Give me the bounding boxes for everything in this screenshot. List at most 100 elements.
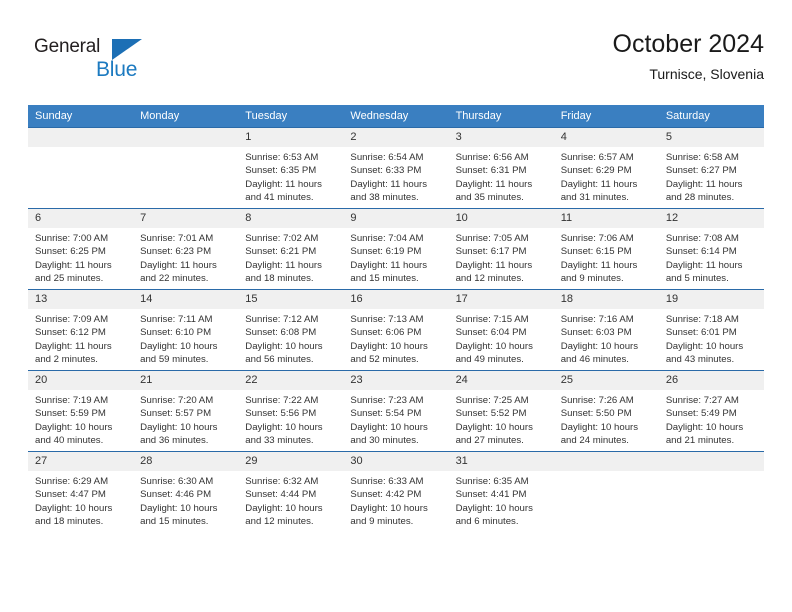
sunrise-text: Sunrise: 6:33 AM: [350, 476, 424, 487]
sunrise-text: Sunrise: 7:15 AM: [455, 314, 529, 325]
calendar-day-cell[interactable]: 4 Sunrise: 6:57 AM Sunset: 6:29 PM Daylight…: [553, 127, 659, 209]
sunrise-text: Sunrise: 7:12 AM: [245, 314, 319, 325]
sunset-text: Sunset: 5:52 PM: [455, 408, 527, 420]
calendar-day-cell[interactable]: 22 Sunrise: 7:22 AM Sunset: 5:56 PM Dayligh…: [238, 370, 344, 452]
calendar-day-number: 14: [133, 290, 239, 309]
calendar-day-details: Sunrise: 6:58 AM Sunset: 6:27 PM Daylight:…: [659, 147, 764, 205]
daylight-text-line2: and 12 minutes.: [245, 516, 314, 528]
calendar-week-row: 6 Sunrise: 7:00 AM Sunset: 6:25 PM Daylight…: [28, 208, 764, 290]
daylight-text-line1: Daylight: 10 hours: [245, 340, 323, 352]
sunrise-text: Sunrise: 7:11 AM: [140, 314, 213, 325]
calendar-day-cell[interactable]: 19 Sunrise: 7:18 AM Sunset: 6:01 PM Dayligh…: [658, 289, 764, 371]
sunset-text: Sunset: 6:14 PM: [665, 246, 737, 258]
sunset-text: Sunset: 6:19 PM: [350, 246, 422, 258]
title-block: October 2024 Turnisce, Slovenia: [613, 28, 765, 85]
calendar-day-number: 8: [238, 209, 344, 228]
daylight-text-line2: and 43 minutes.: [665, 354, 735, 366]
calendar-day-details: Sunrise: 6:54 AM Sunset: 6:33 PM Daylight:…: [343, 147, 448, 205]
daylight-text-line2: and 25 minutes.: [35, 273, 104, 285]
daylight-text-line1: Daylight: 11 hours: [455, 259, 533, 271]
calendar-day-cell[interactable]: 17 Sunrise: 7:15 AM Sunset: 6:04 PM Dayligh…: [448, 289, 554, 371]
calendar-day-number: 18: [553, 290, 659, 309]
calendar-day-cell[interactable]: 26 Sunrise: 7:27 AM Sunset: 5:49 PM Dayligh…: [658, 370, 764, 452]
calendar-day-cell[interactable]: 31 Sunrise: 6:35 AM Sunset: 4:41 PM Dayligh…: [448, 451, 554, 532]
calendar-day-cell[interactable]: 7 Sunrise: 7:01 AM Sunset: 6:23 PM Daylight…: [133, 208, 239, 290]
sunset-text: Sunset: 6:21 PM: [245, 246, 317, 258]
page-header: General Blue October 2024 Turnisce, Slov…: [28, 28, 764, 96]
calendar-day-cell[interactable]: 23 Sunrise: 7:23 AM Sunset: 5:54 PM Dayligh…: [343, 370, 449, 452]
calendar-day-cell[interactable]: 8 Sunrise: 7:02 AM Sunset: 6:21 PM Daylight…: [238, 208, 344, 290]
calendar-day-cell[interactable]: 13 Sunrise: 7:09 AM Sunset: 6:12 PM Dayligh…: [28, 289, 134, 371]
calendar-day-cell[interactable]: 30 Sunrise: 6:33 AM Sunset: 4:42 PM Dayligh…: [343, 451, 449, 532]
sunrise-text: Sunrise: 6:58 AM: [665, 152, 739, 163]
calendar-page: General Blue October 2024 Turnisce, Slov…: [0, 0, 792, 612]
calendar-week-row: 13 Sunrise: 7:09 AM Sunset: 6:12 PM Dayligh…: [28, 289, 764, 371]
daylight-text-line2: and 15 minutes.: [140, 516, 209, 528]
sunset-text: Sunset: 6:27 PM: [665, 165, 737, 177]
logo-text-blue: Blue: [96, 58, 138, 81]
calendar-day-number: 27: [28, 452, 134, 471]
calendar-day-cell[interactable]: 24 Sunrise: 7:25 AM Sunset: 5:52 PM Dayligh…: [448, 370, 554, 452]
daylight-text-line1: Daylight: 11 hours: [560, 178, 638, 190]
calendar-day-details: Sunrise: 7:18 AM Sunset: 6:01 PM Daylight:…: [659, 309, 764, 367]
daylight-text-line1: Daylight: 11 hours: [455, 178, 533, 190]
calendar-day-number: 17: [448, 290, 554, 309]
calendar-day-cell[interactable]: 16 Sunrise: 7:13 AM Sunset: 6:06 PM Dayligh…: [343, 289, 449, 371]
weekday-header-thursday: Thursday: [448, 105, 554, 128]
calendar-day-cell-empty: [28, 127, 134, 209]
calendar-day-cell[interactable]: 11 Sunrise: 7:06 AM Sunset: 6:15 PM Dayligh…: [553, 208, 659, 290]
calendar-day-cell[interactable]: 2 Sunrise: 6:54 AM Sunset: 6:33 PM Daylight…: [343, 127, 449, 209]
calendar-day-cell[interactable]: 20 Sunrise: 7:19 AM Sunset: 5:59 PM Dayligh…: [28, 370, 134, 452]
calendar-day-number: 31: [448, 452, 554, 471]
calendar-day-cell[interactable]: 9 Sunrise: 7:04 AM Sunset: 6:19 PM Daylight…: [343, 208, 449, 290]
daylight-text-line1: Daylight: 10 hours: [35, 421, 113, 433]
daylight-text-line1: Daylight: 11 hours: [140, 259, 217, 271]
daylight-text-line2: and 28 minutes.: [665, 192, 735, 204]
calendar-day-details: Sunrise: 7:26 AM Sunset: 5:50 PM Daylight:…: [554, 390, 659, 448]
calendar-day-cell[interactable]: 29 Sunrise: 6:32 AM Sunset: 4:44 PM Dayligh…: [238, 451, 344, 532]
daylight-text-line2: and 21 minutes.: [665, 435, 735, 447]
daylight-text-line1: Daylight: 11 hours: [35, 340, 112, 352]
sunset-text: Sunset: 6:29 PM: [560, 165, 632, 177]
calendar-day-details: Sunrise: 7:01 AM Sunset: 6:23 PM Daylight:…: [133, 228, 238, 286]
calendar-day-number: 29: [238, 452, 344, 471]
sunrise-text: Sunrise: 6:57 AM: [560, 152, 634, 163]
calendar-day-cell[interactable]: 6 Sunrise: 7:00 AM Sunset: 6:25 PM Daylight…: [28, 208, 134, 290]
daylight-text-line2: and 49 minutes.: [455, 354, 524, 366]
sunset-text: Sunset: 5:56 PM: [245, 408, 317, 420]
calendar-day-cell[interactable]: 28 Sunrise: 6:30 AM Sunset: 4:46 PM Dayligh…: [133, 451, 239, 532]
calendar-day-details: Sunrise: 7:20 AM Sunset: 5:57 PM Daylight:…: [133, 390, 238, 448]
page-title: October 2024: [612, 30, 765, 58]
sunset-text: Sunset: 4:42 PM: [350, 489, 422, 501]
daylight-text-line1: Daylight: 10 hours: [455, 340, 533, 352]
daylight-text-line1: Daylight: 10 hours: [560, 340, 639, 352]
calendar-day-details: Sunrise: 6:35 AM Sunset: 4:41 PM Daylight:…: [449, 471, 554, 529]
daylight-text-line2: and 22 minutes.: [140, 273, 209, 285]
sunrise-text: Sunrise: 7:19 AM: [35, 395, 109, 406]
calendar-day-cell-empty: [658, 451, 764, 532]
calendar-day-cell[interactable]: 25 Sunrise: 7:26 AM Sunset: 5:50 PM Dayligh…: [553, 370, 659, 452]
calendar-day-cell[interactable]: 27 Sunrise: 6:29 AM Sunset: 4:47 PM Dayligh…: [28, 451, 134, 532]
calendar-day-cell[interactable]: 1 Sunrise: 6:53 AM Sunset: 6:35 PM Daylight…: [238, 127, 344, 209]
calendar-day-details: Sunrise: 7:12 AM Sunset: 6:08 PM Daylight:…: [238, 309, 343, 367]
sunset-text: Sunset: 6:04 PM: [455, 327, 527, 339]
calendar-day-details: Sunrise: 7:25 AM Sunset: 5:52 PM Daylight:…: [449, 390, 554, 448]
calendar-day-cell[interactable]: 10 Sunrise: 7:05 AM Sunset: 6:17 PM Dayligh…: [448, 208, 554, 290]
calendar-day-cell[interactable]: 3 Sunrise: 6:56 AM Sunset: 6:31 PM Daylight…: [448, 127, 554, 209]
calendar-day-cell[interactable]: 14 Sunrise: 7:11 AM Sunset: 6:10 PM Dayligh…: [133, 289, 239, 371]
daylight-text-line1: Daylight: 10 hours: [245, 421, 323, 433]
calendar-day-cell[interactable]: 5 Sunrise: 6:58 AM Sunset: 6:27 PM Daylight…: [658, 127, 764, 209]
calendar-day-cell[interactable]: 12 Sunrise: 7:08 AM Sunset: 6:14 PM Dayligh…: [658, 208, 764, 290]
calendar-day-cell[interactable]: 21 Sunrise: 7:20 AM Sunset: 5:57 PM Dayligh…: [133, 370, 239, 452]
calendar-day-number: 3: [448, 128, 554, 147]
daylight-text-line1: Daylight: 10 hours: [350, 421, 428, 433]
calendar-day-cell[interactable]: 15 Sunrise: 7:12 AM Sunset: 6:08 PM Dayligh…: [238, 289, 344, 371]
calendar-day-number: 28: [133, 452, 239, 471]
daylight-text-line1: Daylight: 10 hours: [455, 502, 533, 514]
daylight-text-line2: and 15 minutes.: [350, 273, 419, 285]
calendar-day-cell[interactable]: 18 Sunrise: 7:16 AM Sunset: 6:03 PM Dayligh…: [553, 289, 659, 371]
calendar-day-number: 6: [28, 209, 134, 228]
daylight-text-line2: and 41 minutes.: [245, 192, 314, 204]
sunrise-text: Sunrise: 7:26 AM: [560, 395, 634, 406]
sunset-text: Sunset: 6:03 PM: [560, 327, 632, 339]
